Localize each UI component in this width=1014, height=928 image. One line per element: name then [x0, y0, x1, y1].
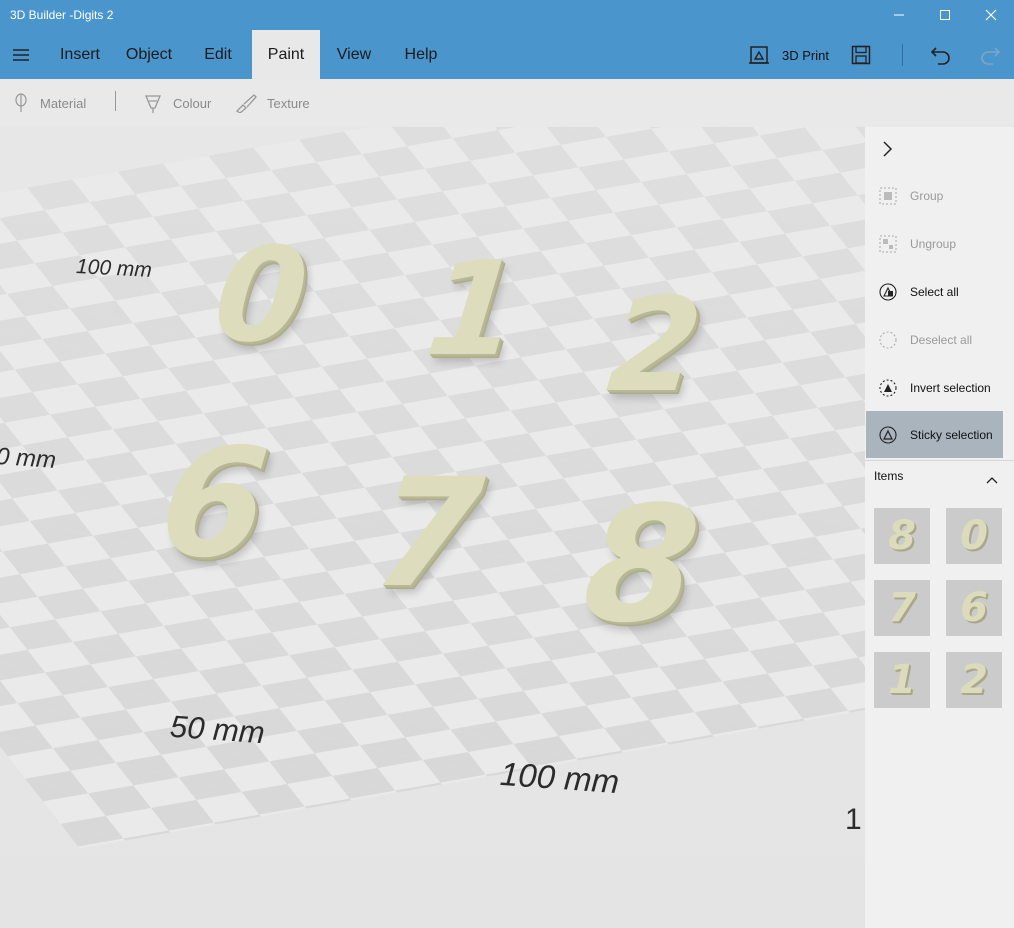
select-all-button[interactable]: Select all [866, 268, 1003, 315]
invert-selection-icon [879, 378, 897, 397]
tab-insert[interactable]: Insert [50, 30, 110, 79]
digit-model[interactable]: 6 [153, 417, 276, 591]
material-icon [15, 93, 27, 112]
collapse-panel-button[interactable] [879, 139, 895, 164]
digit-model[interactable]: 2 [602, 269, 708, 421]
deselect-all-icon [879, 330, 897, 349]
texture-brush-icon [235, 94, 257, 113]
ruler-label: 100 mm [75, 255, 153, 282]
digit-model[interactable]: 7 [367, 447, 490, 621]
redo-button[interactable] [979, 40, 1001, 70]
items-header: Items [874, 469, 904, 483]
item-thumbnail[interactable]: 7 [874, 580, 930, 636]
tab-help[interactable]: Help [396, 30, 446, 79]
hamburger-menu-button[interactable] [8, 42, 34, 68]
tab-view[interactable]: View [330, 30, 378, 79]
select-all-label: Select all [910, 284, 959, 299]
ruler-label: 50 mm [168, 708, 266, 751]
material-button[interactable]: Material [12, 79, 86, 127]
texture-label: Texture [267, 95, 310, 111]
collapse-items-button[interactable] [985, 472, 999, 490]
colour-bucket-icon [145, 95, 161, 113]
tab-edit[interactable]: Edit [193, 30, 243, 79]
chevron-up-icon [986, 477, 998, 484]
3d-print-label: 3D Print [782, 47, 829, 63]
minimize-button[interactable] [876, 0, 922, 30]
sticky-selection-icon [879, 425, 897, 444]
group-label: Group [910, 188, 944, 203]
ungroup-label: Ungroup [910, 236, 957, 251]
digit-model[interactable]: 1 [420, 233, 526, 385]
material-label: Material [40, 95, 87, 111]
window-title: 3D Builder -Digits 2 [10, 8, 114, 22]
deselect-all-label: Deselect all [910, 332, 973, 347]
ruler-label: 0 mm [0, 442, 57, 475]
select-all-icon [879, 282, 897, 301]
hamburger-icon [13, 49, 29, 61]
item-thumbnail[interactable]: 1 [874, 652, 930, 708]
deselect-all-button[interactable]: Deselect all [866, 316, 1003, 363]
maximize-button[interactable] [922, 0, 968, 30]
menu-bar: Insert Object Edit Paint View Help 3D Pr… [0, 30, 1014, 79]
close-button[interactable] [968, 0, 1014, 30]
ungroup-button[interactable]: Ungroup [866, 220, 1003, 267]
undo-icon [930, 47, 950, 65]
tab-object[interactable]: Object [115, 30, 183, 79]
save-icon [851, 45, 871, 65]
maximize-icon [940, 10, 950, 20]
colour-button[interactable]: Colour [143, 79, 211, 127]
sticky-selection-button[interactable]: Sticky selection [866, 411, 1003, 458]
toolbar-separator [115, 91, 116, 111]
digit-model[interactable]: 8 [576, 471, 707, 658]
selection-panel: Group Ungroup Select all Deselect all In… [865, 127, 1014, 928]
ungroup-icon [879, 235, 897, 252]
group-button[interactable]: Group [866, 172, 1003, 219]
3d-print-icon [749, 46, 769, 64]
save-button[interactable] [851, 40, 871, 70]
undo-button[interactable] [930, 40, 952, 70]
invert-selection-label: Invert selection [910, 380, 991, 395]
3d-viewport[interactable]: 100 mm 0 mm 50 mm 100 mm 1 0 1 2 6 7 8 [0, 127, 865, 928]
paint-toolbar: Material Colour Texture [0, 79, 1014, 127]
ruler-label: 1 [845, 803, 862, 836]
item-thumbnail[interactable]: 8 [874, 508, 930, 564]
texture-button[interactable]: Texture [235, 79, 310, 127]
item-thumbnail[interactable]: 0 [946, 508, 1002, 564]
sticky-selection-label: Sticky selection [910, 427, 993, 442]
invert-selection-button[interactable]: Invert selection [866, 364, 1003, 411]
redo-icon [981, 47, 1001, 65]
item-thumbnail[interactable]: 6 [946, 580, 1002, 636]
tab-paint[interactable]: Paint [252, 30, 320, 79]
title-bar: 3D Builder -Digits 2 [0, 0, 1014, 30]
menu-separator [902, 44, 903, 66]
group-icon [879, 187, 897, 204]
chevron-right-icon [883, 141, 893, 157]
3d-print-button[interactable]: 3D Print [748, 40, 829, 70]
digit-model[interactable]: 0 [208, 219, 314, 371]
close-icon [985, 9, 997, 21]
colour-label: Colour [173, 95, 212, 111]
minimize-icon [894, 14, 904, 16]
item-thumbnail[interactable]: 2 [946, 652, 1002, 708]
